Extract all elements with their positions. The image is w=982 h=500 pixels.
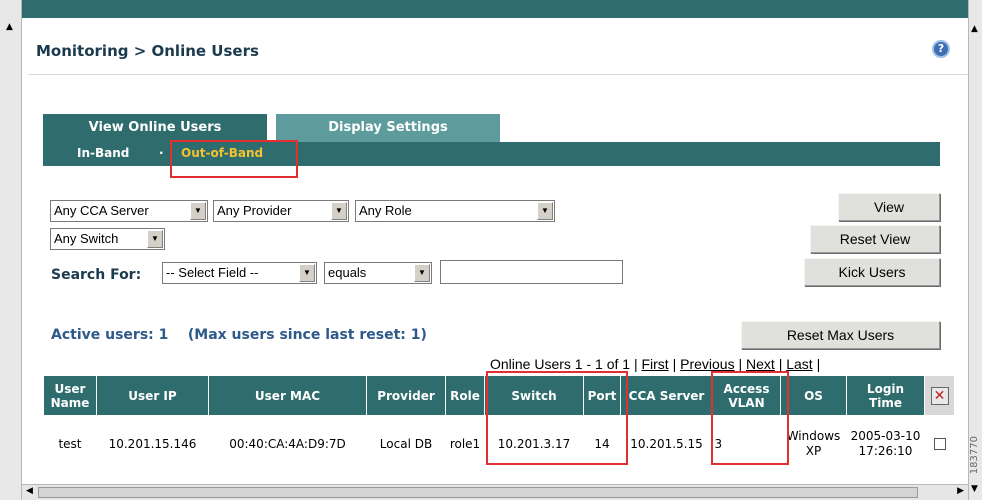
cell-user-name: test xyxy=(58,436,82,451)
subnav-inband-link[interactable]: In-Band xyxy=(77,146,129,160)
horizontal-scrollbar[interactable]: ◀ ▶ xyxy=(22,484,968,500)
role-select[interactable]: Any Role ▼ xyxy=(355,200,555,222)
pager-previous-link[interactable]: Previous xyxy=(680,356,734,372)
right-scrollbar[interactable]: ▲ ▼ xyxy=(968,0,982,500)
left-scrollbar[interactable]: ▲ xyxy=(0,0,22,500)
cell-cca-server: 10.201.5.15 xyxy=(630,436,703,451)
search-value-input[interactable] xyxy=(440,260,623,284)
cell-os: Windows XP xyxy=(786,428,841,458)
subnav-separator: · xyxy=(159,146,164,160)
switch-select[interactable]: Any Switch ▼ xyxy=(50,228,165,250)
cell-login-time: 2005-03-10 17:26:10 xyxy=(850,428,921,458)
chevron-down-icon[interactable]: ▼ xyxy=(147,230,163,248)
col-header-cca-server[interactable]: CCA Server xyxy=(620,375,713,416)
col-header-provider[interactable]: Provider xyxy=(366,375,446,416)
highlight-box-out-of-band xyxy=(170,140,298,178)
delete-icon[interactable]: ✕ xyxy=(930,386,949,405)
tab-view-online-users[interactable]: View Online Users xyxy=(43,114,267,142)
pager-separator: | xyxy=(738,356,743,372)
pagination: Online Users 1 - 1 of 1 | First | Previo… xyxy=(490,356,820,372)
scroll-up-icon[interactable]: ▲ xyxy=(971,24,978,34)
view-button[interactable]: View xyxy=(838,193,940,221)
pager-first-link[interactable]: First xyxy=(641,356,668,372)
active-users-summary: Active users: 1 (Max users since last re… xyxy=(51,327,427,343)
col-header-user-name[interactable]: User Name xyxy=(43,375,97,416)
highlight-box-access-vlan xyxy=(711,371,789,465)
scroll-down-icon[interactable]: ▼ xyxy=(971,484,978,494)
chevron-down-icon[interactable]: ▼ xyxy=(414,264,430,282)
role-select-value: Any Role xyxy=(359,203,412,218)
provider-select-value: Any Provider xyxy=(217,203,292,218)
scroll-up-icon[interactable]: ▲ xyxy=(6,22,13,32)
divider xyxy=(28,74,968,75)
cell-select xyxy=(925,416,955,472)
cca-server-select-value: Any CCA Server xyxy=(54,203,149,218)
help-icon[interactable]: ? xyxy=(932,40,950,58)
col-header-os[interactable]: OS xyxy=(780,375,847,416)
cca-server-select[interactable]: Any CCA Server ▼ xyxy=(50,200,208,222)
figure-id: 183770 xyxy=(969,436,980,475)
pager-separator: | xyxy=(672,356,677,372)
active-users-count: Active users: 1 xyxy=(51,327,169,343)
pager-last-link[interactable]: Last xyxy=(786,356,812,372)
scroll-right-icon[interactable]: ▶ xyxy=(957,486,964,496)
pager-next-link[interactable]: Next xyxy=(746,356,775,372)
pager-status: Online Users 1 - 1 of 1 | xyxy=(490,356,638,372)
cell-provider: Local DB xyxy=(379,436,433,451)
chevron-down-icon[interactable]: ▼ xyxy=(537,202,553,220)
row-select-checkbox[interactable] xyxy=(933,438,946,451)
switch-select-value: Any Switch xyxy=(54,231,119,246)
tab-display-settings[interactable]: Display Settings xyxy=(276,114,500,142)
reset-max-users-button[interactable]: Reset Max Users xyxy=(741,321,940,349)
operator-select[interactable]: equals ▼ xyxy=(324,262,432,284)
pager-separator: | xyxy=(778,356,783,372)
page-title: Monitoring > Online Users xyxy=(36,42,259,60)
cell-user-mac: 00:40:CA:4A:D9:7D xyxy=(229,436,346,451)
top-banner-strip xyxy=(22,0,974,18)
search-field-select-value: -- Select Field -- xyxy=(166,265,259,280)
chevron-down-icon[interactable]: ▼ xyxy=(190,202,206,220)
operator-select-value: equals xyxy=(328,265,367,280)
reset-view-button[interactable]: Reset View xyxy=(810,225,940,253)
highlight-box-switch-port xyxy=(486,371,628,465)
col-header-login-time[interactable]: Login Time xyxy=(846,375,925,416)
chevron-down-icon[interactable]: ▼ xyxy=(299,264,315,282)
cell-user-ip: 10.201.15.146 xyxy=(108,436,197,451)
max-users-count: (Max users since last reset: 1) xyxy=(187,327,427,343)
search-field-select[interactable]: -- Select Field -- ▼ xyxy=(162,262,317,284)
provider-select[interactable]: Any Provider ▼ xyxy=(213,200,349,222)
col-header-user-mac[interactable]: User MAC xyxy=(208,375,367,416)
col-header-role[interactable]: Role xyxy=(445,375,485,416)
scroll-left-icon[interactable]: ◀ xyxy=(26,486,33,496)
chevron-down-icon[interactable]: ▼ xyxy=(331,202,347,220)
search-for-label: Search For: xyxy=(51,267,142,283)
kick-users-button[interactable]: Kick Users xyxy=(804,258,940,286)
col-header-user-ip[interactable]: User IP xyxy=(96,375,209,416)
pager-separator: | xyxy=(816,356,821,372)
delete-column-header[interactable]: ✕ xyxy=(924,375,955,416)
scrollbar-thumb[interactable] xyxy=(38,487,918,498)
cell-role: role1 xyxy=(449,436,481,451)
